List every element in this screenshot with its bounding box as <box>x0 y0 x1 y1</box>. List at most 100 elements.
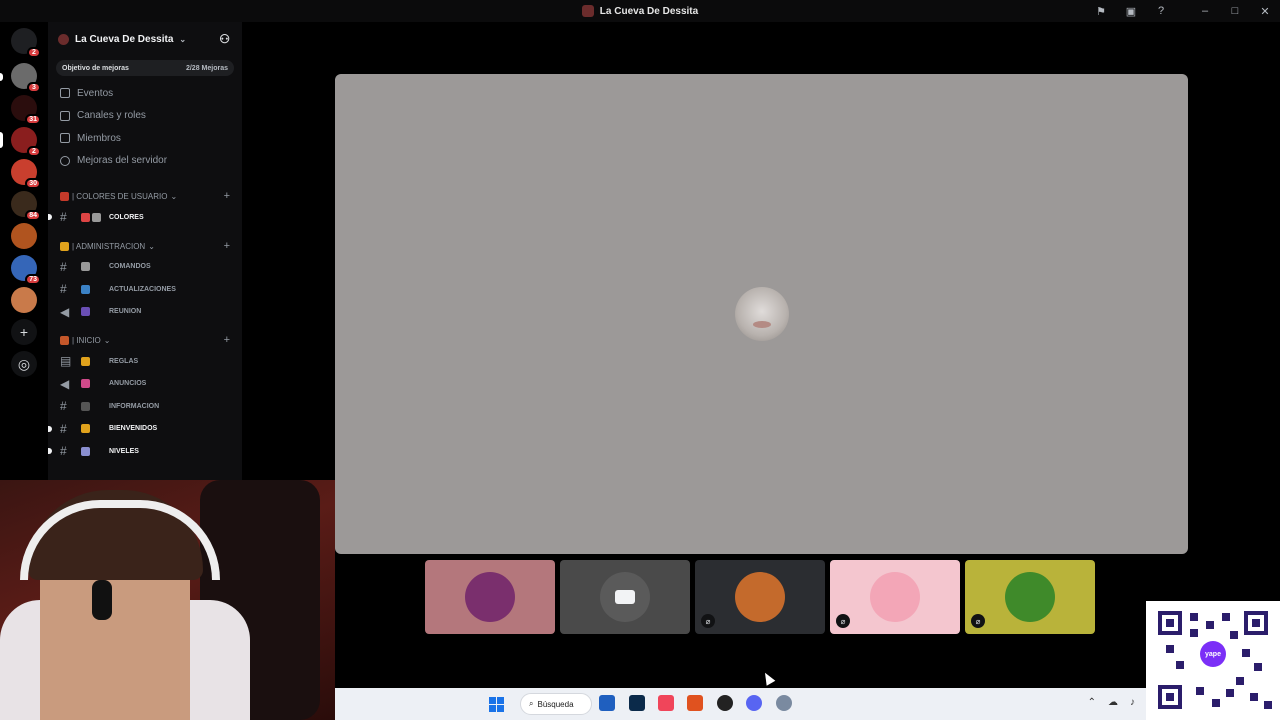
maximize-button[interactable]: □ <box>1220 0 1250 22</box>
server-icon-active[interactable]: 2 <box>11 127 41 157</box>
microphone-icon[interactable]: ♪ <box>1130 697 1135 708</box>
nav-item-members[interactable]: Miembros <box>48 127 242 150</box>
server-icon[interactable]: 30 <box>11 159 41 189</box>
server-name: La Cueva De Dessita <box>75 33 174 45</box>
channel-comandos[interactable]: # COMANDOS <box>48 256 242 279</box>
inbox-icon[interactable]: ▣ <box>1116 0 1146 22</box>
participant-tile[interactable]: ⌀ <box>695 560 825 634</box>
windows-start-icon[interactable] <box>489 697 504 712</box>
nav-item-events[interactable]: Eventos <box>48 82 242 105</box>
brave-icon[interactable] <box>687 695 703 711</box>
channel-bienvenidos[interactable]: # BIENVENIDOS <box>48 418 242 441</box>
participant-tile[interactable]: ⌀ <box>830 560 960 634</box>
server-icon <box>581 5 594 17</box>
channels-icon <box>60 110 70 121</box>
hash-icon: # <box>60 421 67 436</box>
category-administracion[interactable]: | ADMINISTRACION ⌄ + <box>48 237 242 256</box>
server-header[interactable]: La Cueva De Dessita ⌄ ⚇ <box>48 22 242 56</box>
channel-sidebar: La Cueva De Dessita ⌄ ⚇ Objetivo de mejo… <box>48 22 242 480</box>
nav-item-label: Mejoras del servidor <box>77 155 168 167</box>
streamer-webcam <box>0 480 335 720</box>
obs-icon[interactable] <box>717 695 733 711</box>
unread-badge: 30 <box>25 178 41 189</box>
help-icon[interactable]: ? <box>1146 0 1176 22</box>
minimize-button[interactable]: – <box>1190 0 1220 22</box>
discover-icon[interactable]: ◎ <box>11 351 37 377</box>
hash-icon: # <box>60 399 67 414</box>
channel-actualizaciones[interactable]: # ACTUALIZACIONES <box>48 278 242 301</box>
avatar <box>1005 572 1055 622</box>
server-icon[interactable] <box>11 223 37 249</box>
voice-stage-main-tile[interactable] <box>335 74 1188 554</box>
megaphone-icon: ◀ <box>60 376 70 391</box>
chevron-down-icon: ⌄ <box>103 336 111 345</box>
boost-goal-progress: 2/28 Mejoras <box>185 64 228 72</box>
cloud-icon[interactable]: ☁ <box>1108 697 1118 708</box>
system-tray: ⌃ ☁ ♪ <box>1088 697 1135 708</box>
avatar <box>870 572 920 622</box>
yape-logo: yape <box>1200 641 1226 667</box>
brush-icon <box>60 192 69 201</box>
participant-tile[interactable]: ⌀ <box>965 560 1095 634</box>
server-icon[interactable]: 31 <box>11 95 41 125</box>
warning-icon <box>60 241 69 251</box>
add-channel-icon[interactable]: + <box>224 190 230 202</box>
close-button[interactable]: ✕ <box>1250 0 1280 22</box>
boost-goal-bar[interactable]: Objetivo de mejoras 2/28 Mejoras <box>56 60 234 76</box>
calendar-icon <box>60 88 70 99</box>
server-icon[interactable]: 84 <box>11 191 41 221</box>
direct-messages-button[interactable]: 2 <box>11 28 41 58</box>
mouse-cursor <box>760 670 776 686</box>
category-colores-de-usuario[interactable]: | COLORES DE USUARIO ⌄ + <box>48 187 242 206</box>
taskbar-search[interactable]: ⌕ Búsqueda <box>520 693 592 715</box>
unread-badge: 84 <box>25 210 41 221</box>
hash-icon: # <box>60 259 67 274</box>
photoshop-icon[interactable] <box>629 695 645 711</box>
channel-informacion[interactable]: # INFORMACION <box>48 395 242 418</box>
channel-niveles[interactable]: # NIVELES <box>48 440 242 463</box>
channel-name: COMANDOS <box>109 263 151 271</box>
yape-qr-code: yape <box>1146 601 1280 720</box>
category-name: | INICIO <box>72 336 101 345</box>
settings-icon[interactable] <box>776 695 792 711</box>
chevron-up-icon[interactable]: ⌃ <box>1088 697 1096 708</box>
channel-name: REGLAS <box>109 357 139 365</box>
nav-item-server-boosts[interactable]: Mejoras del servidor <box>48 150 242 173</box>
title-bar: La Cueva De Dessita ⚑ ▣ ? – □ ✕ <box>0 0 1280 22</box>
channel-colores[interactable]: # COLORES <box>48 206 242 229</box>
taskbar-search-label: Búsqueda <box>537 699 574 709</box>
add-channel-icon[interactable]: + <box>224 240 230 252</box>
muted-mic-icon: ⌀ <box>836 614 850 628</box>
store-icon[interactable] <box>599 695 615 711</box>
category-inicio[interactable]: | INICIO ⌄ + <box>48 331 242 350</box>
discord-icon[interactable] <box>746 695 762 711</box>
channel-reunion[interactable]: ◀ REUNION <box>48 301 242 324</box>
channel-anuncios[interactable]: ◀ ANUNCIOS <box>48 373 242 396</box>
channel-name: REUNION <box>109 308 142 316</box>
add-channel-icon[interactable]: + <box>224 334 230 346</box>
participant-tile[interactable] <box>560 560 690 634</box>
channel-name: INFORMACION <box>109 402 160 410</box>
server-icon[interactable]: 3 <box>11 63 41 93</box>
participant-tile[interactable] <box>425 560 555 634</box>
house-icon <box>60 336 69 345</box>
server-icon <box>58 33 69 45</box>
invite-icon[interactable]: ⚇ <box>219 32 230 46</box>
flag-icon[interactable]: ⚑ <box>1086 0 1116 22</box>
server-icon[interactable]: 73 <box>11 255 41 285</box>
category-name: | ADMINISTRACION <box>72 241 146 251</box>
channel-name: COLORES <box>109 213 144 221</box>
music-icon[interactable] <box>658 695 674 711</box>
nav-item-label: Miembros <box>77 132 121 144</box>
server-rail: 2 3 31 2 30 84 73 + ◎ <box>0 22 48 480</box>
server-icon[interactable] <box>11 287 37 313</box>
add-server-icon[interactable]: + <box>11 319 37 345</box>
avatar <box>735 572 785 622</box>
nav-item-label: Canales y roles <box>77 110 146 122</box>
chevron-down-icon: ⌄ <box>148 241 155 251</box>
nav-item-channels-roles[interactable]: Canales y roles <box>48 105 242 128</box>
channel-reglas[interactable]: ▤ REGLAS <box>48 350 242 373</box>
channel-name: NIVELES <box>109 447 139 455</box>
members-icon <box>60 133 70 144</box>
hash-icon: # <box>60 210 67 225</box>
